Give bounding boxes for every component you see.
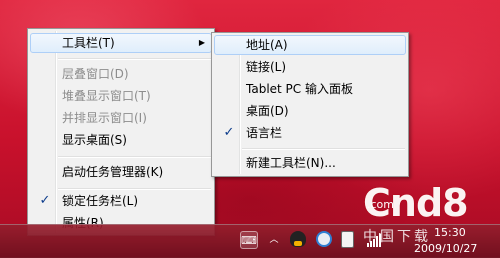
menu-item-label: 链接(L) xyxy=(246,60,287,74)
menu-separator xyxy=(58,188,211,190)
qq-penguin-icon[interactable] xyxy=(290,231,306,247)
menu-item-cascade-windows[interactable]: 层叠窗口(D) xyxy=(30,64,212,84)
submenu-item-language-bar[interactable]: ✓ 语言栏 xyxy=(214,123,406,143)
menu-item-label: 语言栏 xyxy=(246,126,283,140)
taskbar-context-menu: 工具栏(T) ▶ 层叠窗口(D) 堆叠显示窗口(T) 并排显示窗口(I) 显示桌… xyxy=(27,28,215,236)
menu-item-label: 启动任务管理器(K) xyxy=(62,165,164,179)
watermark-dotcom: .com xyxy=(367,198,394,211)
submenu-item-new-toolbar[interactable]: 新建工具栏(N)... xyxy=(214,153,406,173)
submenu-item-links[interactable]: 链接(L) xyxy=(214,57,406,77)
toolbars-submenu: 地址(A) 链接(L) Tablet PC 输入面板 桌面(D) ✓ 语言栏 新… xyxy=(211,32,409,177)
network-icon[interactable] xyxy=(316,231,332,247)
checkmark-icon: ✓ xyxy=(39,193,51,208)
submenu-item-tablet-pc-input[interactable]: Tablet PC 输入面板 xyxy=(214,79,406,99)
menu-item-label: 新建工具栏(N)... xyxy=(246,156,336,170)
menu-item-label: 地址(A) xyxy=(246,38,288,52)
menu-item-label: 层叠窗口(D) xyxy=(62,67,129,81)
menu-item-label: 工具栏(T) xyxy=(62,36,115,50)
cnd8-watermark-logo: Cnd8 .com 中国下载 xyxy=(363,184,489,245)
keyboard-icon[interactable]: ⌨ xyxy=(240,231,258,249)
submenu-item-desktop[interactable]: 桌面(D) xyxy=(214,101,406,121)
menu-item-toolbars[interactable]: 工具栏(T) ▶ xyxy=(30,33,212,53)
watermark-tagline: 中国下载 xyxy=(363,229,431,245)
menu-item-label: 堆叠显示窗口(T) xyxy=(62,89,151,103)
submenu-arrow-icon: ▶ xyxy=(198,38,205,47)
menu-item-show-desktop[interactable]: 显示桌面(S) xyxy=(30,130,212,150)
menu-separator xyxy=(58,58,211,60)
phone-icon[interactable] xyxy=(341,231,354,248)
menu-item-label: 显示桌面(S) xyxy=(62,133,127,147)
menu-separator xyxy=(242,148,405,150)
menu-separator xyxy=(58,156,211,158)
menu-item-side-by-side-windows[interactable]: 并排显示窗口(I) xyxy=(30,108,212,128)
menu-item-label: Tablet PC 输入面板 xyxy=(246,82,353,96)
menu-item-label: 并排显示窗口(I) xyxy=(62,111,147,125)
checkmark-icon: ✓ xyxy=(223,125,235,140)
menu-item-label: 锁定任务栏(L) xyxy=(62,194,139,208)
menu-item-stack-windows[interactable]: 堆叠显示窗口(T) xyxy=(30,86,212,106)
submenu-item-address[interactable]: 地址(A) xyxy=(214,35,406,55)
menu-item-task-manager[interactable]: 启动任务管理器(K) xyxy=(30,162,212,182)
menu-item-label: 桌面(D) xyxy=(246,104,289,118)
chevron-up-icon[interactable]: ︿ xyxy=(266,230,282,246)
menu-item-lock-taskbar[interactable]: ✓ 锁定任务栏(L) xyxy=(30,191,212,211)
